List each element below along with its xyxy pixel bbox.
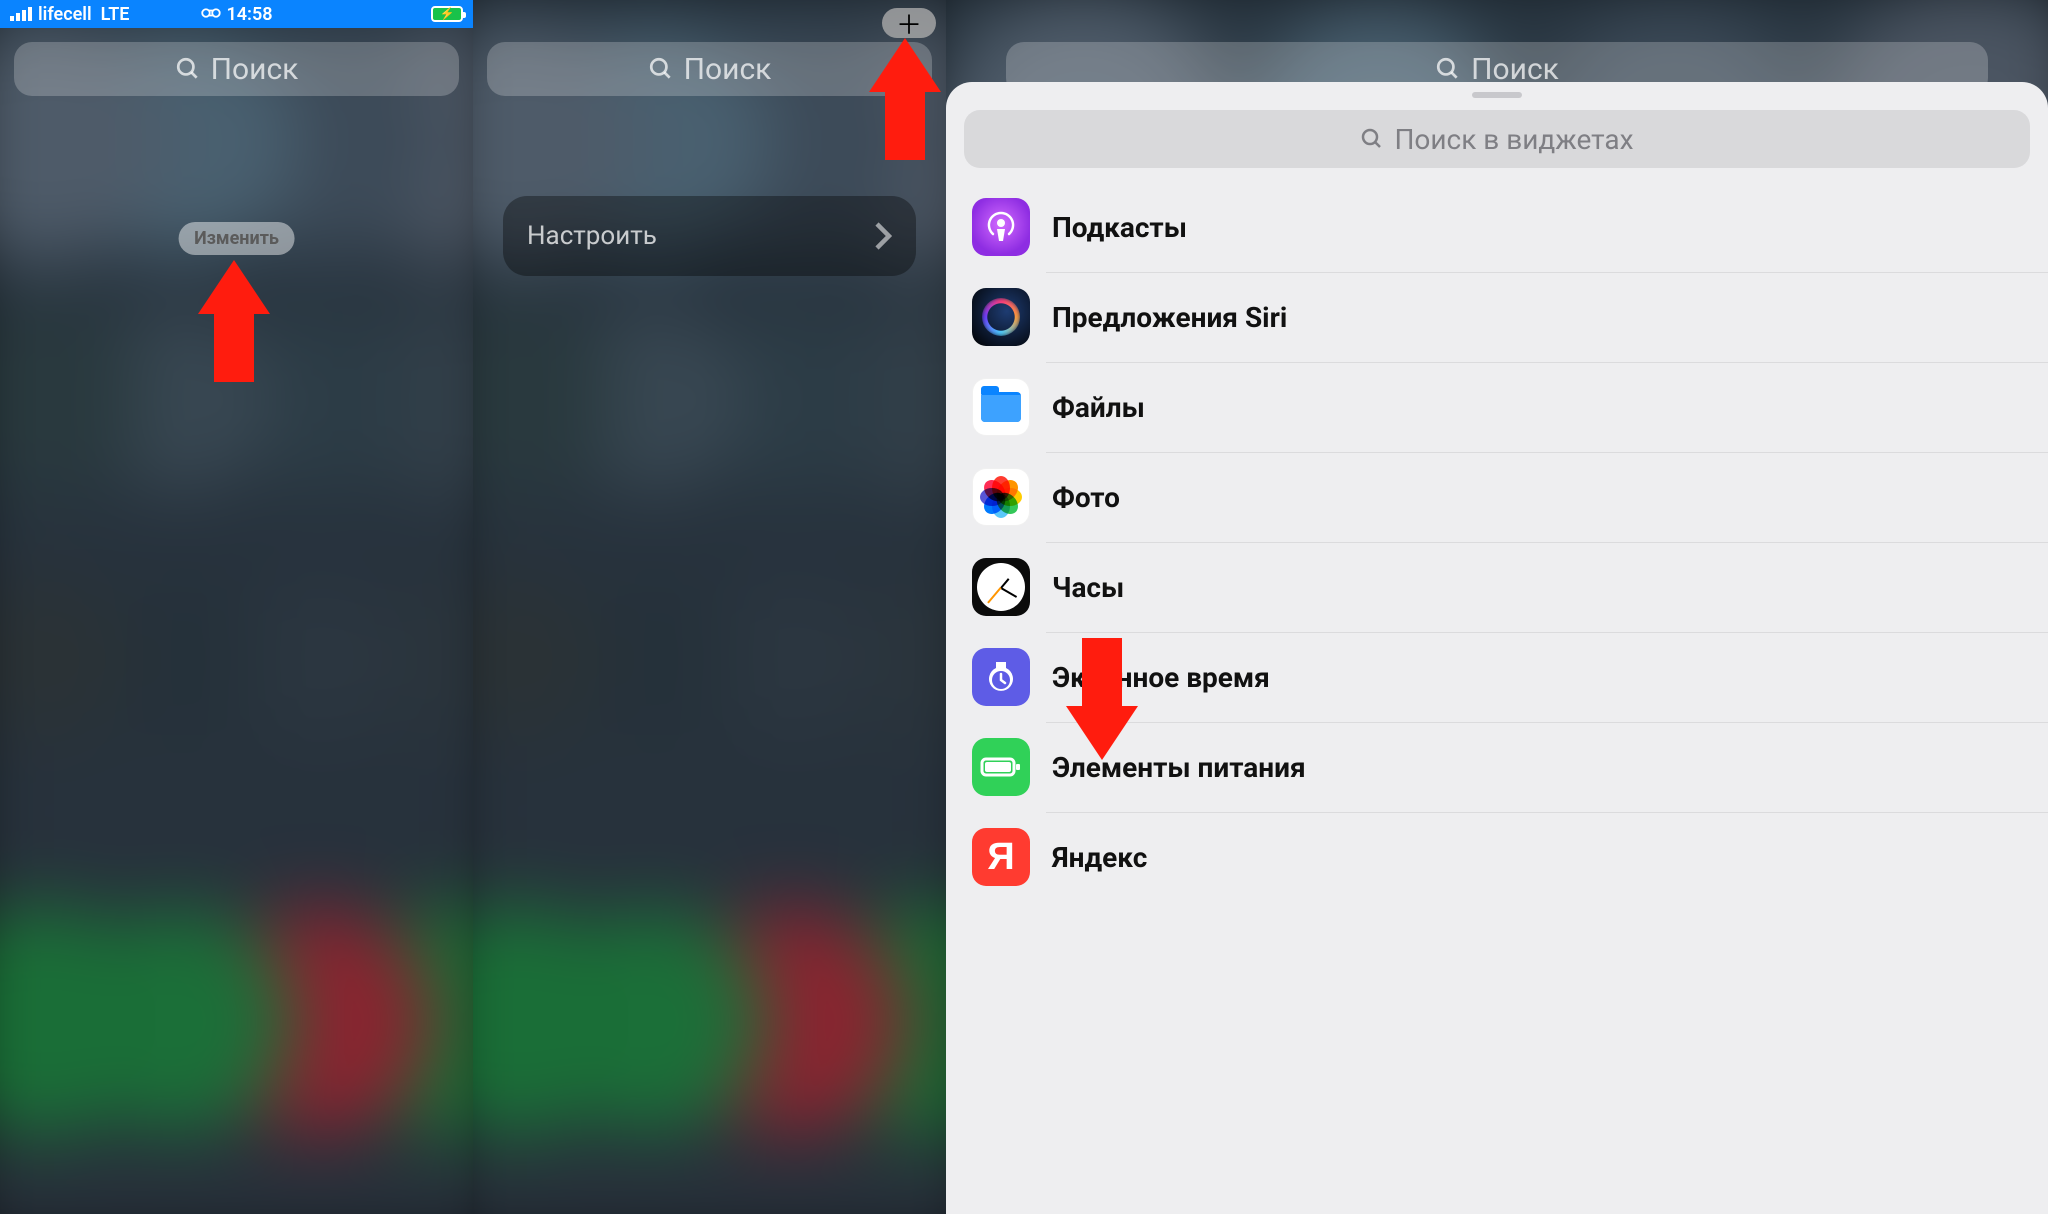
screenshot-panel-3: Поиск Поиск в виджетах Подкасты Предложе… <box>946 0 2048 1214</box>
widget-search-field[interactable]: Поиск в виджетах <box>964 110 2030 168</box>
batteries-icon <box>972 738 1030 796</box>
yandex-icon: Я <box>972 828 1030 886</box>
edit-button-label: Изменить <box>194 228 279 249</box>
list-item[interactable]: Предложения Siri <box>946 272 2048 362</box>
files-icon <box>972 378 1030 436</box>
clock-time: 14:58 <box>226 4 272 25</box>
network-label: LTE <box>101 4 130 25</box>
widget-search-placeholder: Поиск в виджетах <box>1394 123 1633 156</box>
list-item[interactable]: Часы <box>946 542 2048 632</box>
carrier-label: lifecell <box>38 4 92 25</box>
annotation-arrow-icon <box>198 260 270 382</box>
podcasts-icon <box>972 198 1030 256</box>
screenshot-panel-1: lifecell LTE 14:58 ⚡ Поиск Изменить <box>0 0 473 1214</box>
configure-widget-card[interactable]: Настроить <box>503 196 916 276</box>
blurred-home-backdrop <box>0 0 473 1214</box>
list-item[interactable]: Подкасты <box>946 182 2048 272</box>
list-item[interactable]: Фото <box>946 452 2048 542</box>
list-item[interactable]: Я Яндекс <box>946 812 2048 916</box>
spotlight-search-field[interactable]: Поиск <box>14 42 459 96</box>
annotation-arrow-icon <box>1066 638 1138 760</box>
screen-time-icon <box>972 648 1030 706</box>
edit-button[interactable]: Изменить <box>178 222 295 255</box>
status-bar: lifecell LTE 14:58 ⚡ <box>0 0 473 28</box>
list-item-label: Предложения Siri <box>1052 301 1287 334</box>
widget-gallery-sheet: Поиск в виджетах Подкасты Предложения Si… <box>946 82 2048 1214</box>
personal-hotspot-icon <box>200 4 220 25</box>
annotation-arrow-icon <box>869 38 941 160</box>
plus-icon: ＋ <box>896 5 922 42</box>
signal-strength-icon <box>10 7 32 21</box>
screenshot-panel-2: ＋ Поиск Настроить <box>473 0 946 1214</box>
list-item-label: Подкасты <box>1052 211 1187 244</box>
configure-label: Настроить <box>527 221 657 251</box>
list-item-label: Яндекс <box>1052 841 1147 874</box>
photos-icon <box>972 468 1030 526</box>
list-item-label: Файлы <box>1052 391 1145 424</box>
battery-charging-icon: ⚡ <box>431 6 463 22</box>
list-item-label: Фото <box>1052 481 1120 514</box>
blurred-home-backdrop <box>473 0 946 1214</box>
siri-icon <box>972 288 1030 346</box>
chevron-right-icon <box>874 221 892 251</box>
add-widget-button[interactable]: ＋ <box>882 8 936 38</box>
search-placeholder: Поиск <box>211 52 299 87</box>
widget-app-list: Подкасты Предложения Siri Файлы <box>946 182 2048 916</box>
list-item-label: Часы <box>1052 571 1124 604</box>
list-item[interactable]: Файлы <box>946 362 2048 452</box>
sheet-grabber[interactable] <box>1472 92 1522 98</box>
spotlight-search-field[interactable]: Поиск <box>487 42 932 96</box>
clock-icon <box>972 558 1030 616</box>
search-placeholder: Поиск <box>684 52 772 87</box>
